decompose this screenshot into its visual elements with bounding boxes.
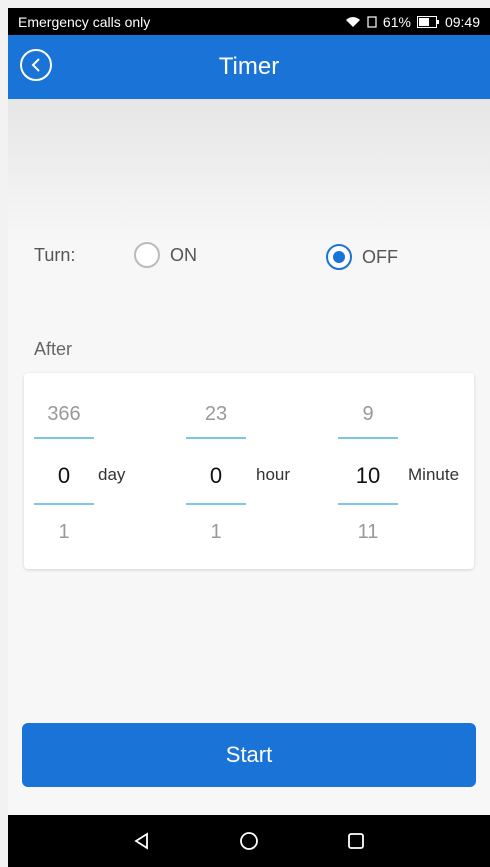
square-recents-icon [348,833,364,849]
carrier-text: Emergency calls only [18,13,151,30]
nav-home-button[interactable] [239,831,259,851]
radio-off-label: OFF [362,246,398,267]
picker-divider [338,437,398,439]
day-unit: day [98,465,126,484]
battery-percent: 61% [382,13,411,30]
day-value: 0 [57,463,71,488]
day-above: 366 [47,403,81,425]
status-icons: 61% 09:49 [345,14,480,30]
triangle-back-icon [134,832,148,850]
wifi-icon [345,16,360,27]
hour-unit: hour [256,465,291,484]
minute-below: 11 [357,521,379,543]
picker-divider [34,503,94,505]
hour-value: 0 [209,463,223,488]
radio-on-label: ON [170,244,197,265]
system-nav-bar [8,815,490,867]
circle-home-icon [240,832,258,850]
hour-below: 1 [210,521,222,543]
minute-unit: Minute [408,465,460,484]
status-bar: Emergency calls only 61% 09:49 [8,8,490,35]
radio-on[interactable]: ON [134,242,197,268]
duration-picker: 366 0 1 day 23 0 1 hour 9 10 11 Minute [24,373,474,569]
app-bar: Timer [8,35,490,99]
battery-icon [416,15,439,28]
timer-content: Turn: ON OFF After 366 0 1 day 23 0 1 ho… [8,99,490,815]
radio-unchecked-icon [134,242,160,268]
picker-divider [186,437,246,439]
turn-row: Turn: ON [34,242,197,268]
picker-divider [34,437,94,439]
radio-off[interactable]: OFF [326,244,398,270]
turn-label: Turn: [34,244,76,265]
page-title: Timer [218,53,280,80]
picker-divider [186,503,246,505]
clock: 09:49 [444,13,480,30]
picker-divider [338,503,398,505]
hour-above: 23 [204,403,228,425]
start-button[interactable]: Start [22,723,476,787]
day-below: 1 [58,521,70,543]
nav-recents-button[interactable] [347,832,365,850]
nav-back-button[interactable] [133,832,151,850]
radio-checked-icon [326,244,352,270]
minute-value: 10 [355,463,381,488]
minute-above: 9 [362,403,374,425]
sim-icon [367,15,377,28]
after-label: After [34,339,73,359]
